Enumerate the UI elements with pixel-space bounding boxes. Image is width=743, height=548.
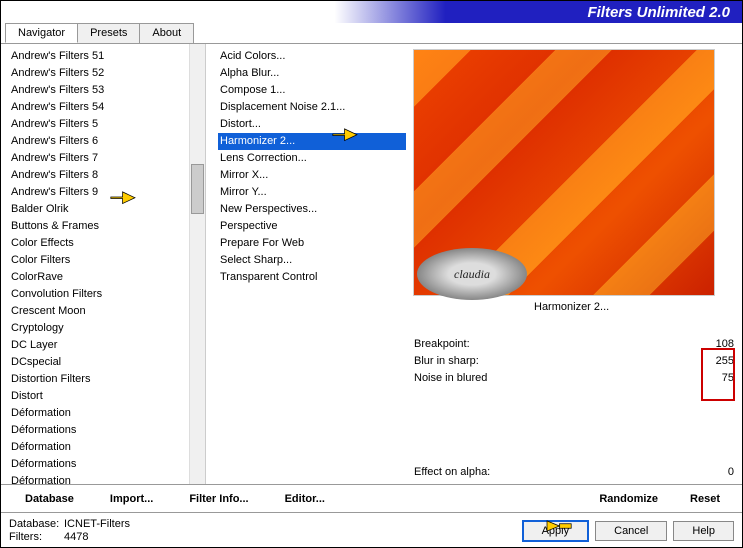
- param-value[interactable]: 108: [699, 338, 734, 350]
- category-item[interactable]: Andrew's Filters 5: [9, 116, 189, 133]
- tab-navigator[interactable]: Navigator: [5, 23, 78, 43]
- category-scrollbar[interactable]: [189, 44, 205, 484]
- scrollbar-thumb[interactable]: [191, 164, 204, 214]
- editor-button[interactable]: Editor...: [269, 489, 341, 509]
- effect-alpha-row: Effect on alpha: 0: [414, 466, 734, 484]
- effect-alpha-label: Effect on alpha:: [414, 466, 704, 478]
- tab-presets[interactable]: Presets: [77, 23, 140, 43]
- tab-about[interactable]: About: [139, 23, 194, 43]
- param-label: Breakpoint:: [414, 338, 699, 350]
- category-item[interactable]: Andrew's Filters 52: [9, 65, 189, 82]
- param-row: Noise in blured75: [414, 369, 734, 386]
- cancel-button[interactable]: Cancel: [595, 521, 667, 541]
- filter-item[interactable]: Compose 1...: [218, 82, 406, 99]
- footer-buttons: Apply Cancel Help: [522, 520, 734, 542]
- filter-item[interactable]: Transparent Control: [218, 269, 406, 286]
- footer: Database:ICNET-Filters Filters:4478 Appl…: [1, 512, 742, 548]
- filter-item[interactable]: Harmonizer 2...: [218, 133, 406, 150]
- filter-item[interactable]: Prepare For Web: [218, 235, 406, 252]
- filter-item[interactable]: Acid Colors...: [218, 48, 406, 65]
- filter-list[interactable]: Acid Colors...Alpha Blur...Compose 1...D…: [206, 44, 406, 484]
- param-value[interactable]: 75: [699, 372, 734, 384]
- category-item[interactable]: Andrew's Filters 6: [9, 133, 189, 150]
- filter-item[interactable]: New Perspectives...: [218, 201, 406, 218]
- category-item[interactable]: Buttons & Frames: [9, 218, 189, 235]
- category-item[interactable]: Convolution Filters: [9, 286, 189, 303]
- footer-info: Database:ICNET-Filters Filters:4478: [9, 518, 130, 543]
- param-label: Noise in blured: [414, 372, 699, 384]
- filter-item[interactable]: Distort...: [218, 116, 406, 133]
- filter-item[interactable]: Mirror X...: [218, 167, 406, 184]
- filter-info-button[interactable]: Filter Info...: [173, 489, 264, 509]
- category-item[interactable]: Crescent Moon: [9, 303, 189, 320]
- category-list[interactable]: Andrew's Filters 51Andrew's Filters 52An…: [1, 44, 189, 484]
- category-item[interactable]: Balder Olrik: [9, 201, 189, 218]
- app-title: Filters Unlimited 2.0: [587, 4, 730, 21]
- reset-button[interactable]: Reset: [676, 489, 734, 509]
- category-item[interactable]: Déformation: [9, 439, 189, 456]
- param-label: Blur in sharp:: [414, 355, 699, 367]
- category-item[interactable]: Déformation: [9, 473, 189, 484]
- filter-item[interactable]: Mirror Y...: [218, 184, 406, 201]
- category-item[interactable]: ColorRave: [9, 269, 189, 286]
- watermark: claudia: [417, 248, 527, 300]
- category-item[interactable]: Color Effects: [9, 235, 189, 252]
- current-filter-row: Harmonizer 2...: [414, 297, 734, 317]
- category-item[interactable]: Déformations: [9, 456, 189, 473]
- details-panel: claudia Harmonizer 2... Breakpoint:108Bl…: [406, 44, 742, 484]
- category-item[interactable]: DCspecial: [9, 354, 189, 371]
- category-item[interactable]: Andrew's Filters 9: [9, 184, 189, 201]
- filter-item[interactable]: Select Sharp...: [218, 252, 406, 269]
- filter-item[interactable]: Lens Correction...: [218, 150, 406, 167]
- category-item[interactable]: Andrew's Filters 54: [9, 99, 189, 116]
- category-panel: Andrew's Filters 51Andrew's Filters 52An…: [1, 44, 206, 484]
- category-item[interactable]: Color Filters: [9, 252, 189, 269]
- category-item[interactable]: Déformation: [9, 405, 189, 422]
- category-item[interactable]: Andrew's Filters 7: [9, 150, 189, 167]
- import-button[interactable]: Import...: [94, 489, 169, 509]
- filter-item[interactable]: Displacement Noise 2.1...: [218, 99, 406, 116]
- current-filter-name: Harmonizer 2...: [534, 301, 609, 313]
- filters-key: Filters:: [9, 531, 64, 543]
- tab-bar: Navigator Presets About: [1, 23, 742, 44]
- title-bar: Filters Unlimited 2.0: [1, 1, 742, 23]
- category-item[interactable]: Andrew's Filters 51: [9, 48, 189, 65]
- help-button[interactable]: Help: [673, 521, 734, 541]
- param-row: Breakpoint:108: [414, 335, 734, 352]
- db-key: Database:: [9, 518, 64, 530]
- randomize-button[interactable]: Randomize: [585, 489, 672, 509]
- filter-item[interactable]: Alpha Blur...: [218, 65, 406, 82]
- db-value: ICNET-Filters: [64, 518, 130, 530]
- main-area: Andrew's Filters 51Andrew's Filters 52An…: [1, 44, 742, 484]
- param-row: Blur in sharp:255: [414, 352, 734, 369]
- apply-button[interactable]: Apply: [522, 520, 590, 542]
- filter-item[interactable]: Perspective: [218, 218, 406, 235]
- category-item[interactable]: Andrew's Filters 8: [9, 167, 189, 184]
- database-button[interactable]: Database: [9, 489, 90, 509]
- category-item[interactable]: Cryptology: [9, 320, 189, 337]
- parameters: Breakpoint:108Blur in sharp:255Noise in …: [414, 335, 734, 386]
- category-item[interactable]: Distort: [9, 388, 189, 405]
- category-item[interactable]: Distortion Filters: [9, 371, 189, 388]
- toolbar: Database Import... Filter Info... Editor…: [1, 484, 742, 512]
- category-item[interactable]: Déformations: [9, 422, 189, 439]
- effect-alpha-value: 0: [704, 466, 734, 478]
- filters-value: 4478: [64, 531, 88, 543]
- category-item[interactable]: DC Layer: [9, 337, 189, 354]
- category-item[interactable]: Andrew's Filters 53: [9, 82, 189, 99]
- param-value[interactable]: 255: [699, 355, 734, 367]
